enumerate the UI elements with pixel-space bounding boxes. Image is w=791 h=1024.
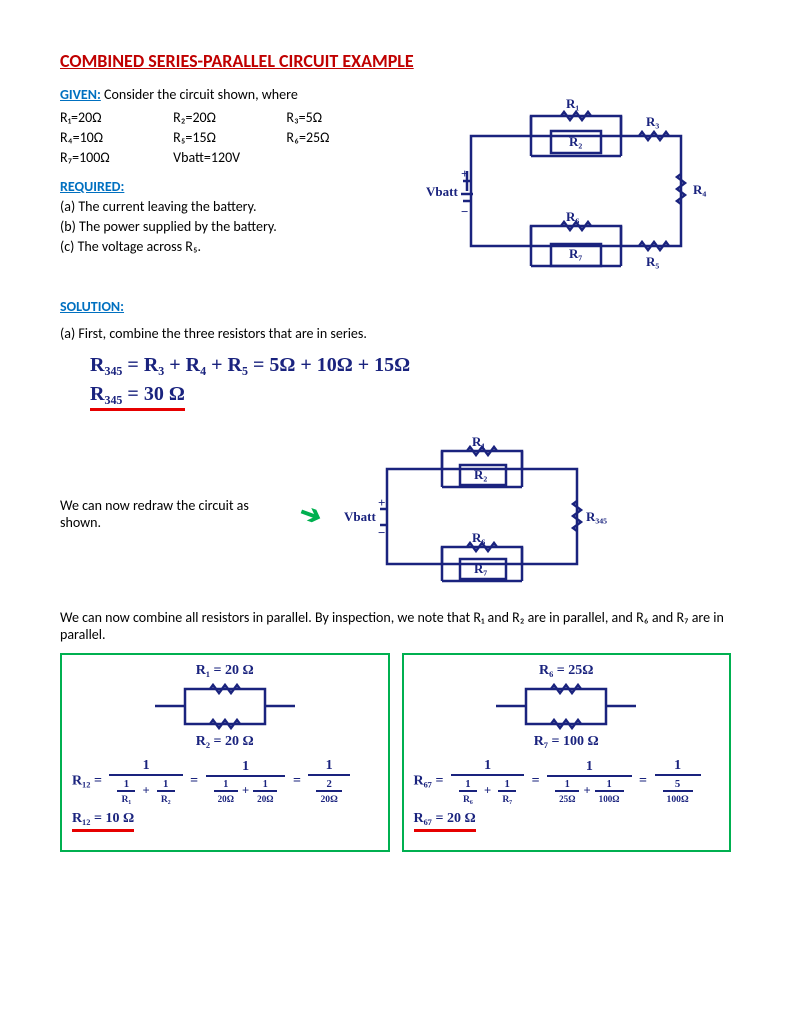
r3-label: R₃ — [646, 114, 659, 129]
r5-value: R₅=15Ω — [173, 129, 283, 146]
box1-result: R₁₂ = 10 Ω — [72, 811, 134, 832]
arrow-icon: ➔ — [295, 495, 326, 533]
r2-label: R₂ — [569, 134, 582, 149]
step-a-intro: (a) First, combine the three resistors t… — [60, 325, 731, 342]
circuit-diagram-2: Vbatt +− R₁ R₂ R₃₄₅ R₆ R₇ — [342, 429, 632, 599]
r6-label: R₆ — [566, 209, 579, 224]
r1-label-2: R₁ — [472, 434, 485, 449]
parallel-box-r67: R₆ = 25Ω R₇ = 100 Ω R₆₇ = 11R₆ + 1R₇ = 1… — [402, 653, 732, 852]
parallel-text: We can now combine all resistors in para… — [60, 609, 731, 643]
svg-text:−: − — [461, 204, 468, 219]
r1-label: R₁ — [566, 96, 579, 111]
box2-circuit — [486, 679, 646, 734]
box1-bot: R₂ = 20 Ω — [72, 734, 378, 750]
box2-top: R₆ = 25Ω — [414, 663, 720, 679]
redraw-text: We can now redraw the circuit as shown. — [60, 497, 280, 531]
required-list: (a) The current leaving the battery. (b)… — [60, 198, 401, 255]
vbatt-label-2: Vbatt — [344, 509, 376, 524]
vbatt-label: Vbatt — [426, 184, 458, 199]
r6-label-2: R₆ — [472, 530, 485, 545]
solution-label: SOLUTION: — [60, 298, 731, 315]
svg-text:+: + — [461, 166, 468, 181]
svg-text:−: − — [378, 525, 385, 540]
box1-top: R₁ = 20 Ω — [72, 663, 378, 679]
r3-value: R₃=5Ω — [286, 109, 396, 126]
req-c: (c) The voltage across R₅. — [60, 238, 401, 255]
given-values: R₁=20Ω R₂=20Ω R₃=5Ω R₄=10Ω R₅=15Ω R₆=25Ω… — [60, 109, 401, 166]
r7-label-2: R₇ — [474, 561, 487, 576]
vbatt-value: Vbatt=120V — [173, 149, 283, 166]
r7-label: R₇ — [569, 246, 582, 261]
r7-value: R₇=100Ω — [60, 149, 170, 166]
required-label: REQUIRED: — [60, 178, 401, 195]
r345-label: R₃₄₅ — [586, 509, 607, 524]
circuit-diagram-1: Vbatt + − R₁ R₂ R₃ R₄ R₅ R₆ R₇ — [421, 86, 731, 286]
req-a: (a) The current leaving the battery. — [60, 198, 401, 215]
r2-value: R₂=20Ω — [173, 109, 283, 126]
box1-circuit — [145, 679, 305, 734]
r1-value: R₁=20Ω — [60, 109, 170, 126]
given-label: GIVEN: — [60, 86, 101, 103]
box1-equation: R₁₂ = 11R₁ + 1R₂ = 1120Ω+120Ω = 1220Ω — [72, 758, 378, 805]
page-title: COMBINED SERIES-PARALLEL CIRCUIT EXAMPLE — [60, 50, 731, 72]
r4-value: R₄=10Ω — [60, 129, 170, 146]
given-section: GIVEN: Consider the circuit shown, where — [60, 86, 401, 103]
r5-label: R₅ — [646, 254, 659, 269]
given-text: Consider the circuit shown, where — [101, 86, 298, 103]
req-b: (b) The power supplied by the battery. — [60, 218, 401, 235]
r6-value: R₆=25Ω — [286, 129, 396, 146]
r2-label-2: R₂ — [474, 467, 487, 482]
r4-label: R₄ — [693, 182, 706, 197]
eq-r345-line1: R₃₄₅ = R₃ + R₄ + R₅ = 5Ω + 10Ω + 15Ω — [90, 354, 731, 377]
eq-r345-result: R₃₄₅ = 30 Ω — [90, 383, 185, 411]
box2-result: R₆₇ = 20 Ω — [414, 811, 476, 832]
box2-bot: R₇ = 100 Ω — [414, 734, 720, 750]
parallel-box-r12: R₁ = 20 Ω R₂ = 20 Ω R₁₂ = 11R₁ + 1R₂ = 1… — [60, 653, 390, 852]
box2-equation: R₆₇ = 11R₆ + 1R₇ = 1125Ω+1100Ω = 15100Ω — [414, 758, 720, 805]
